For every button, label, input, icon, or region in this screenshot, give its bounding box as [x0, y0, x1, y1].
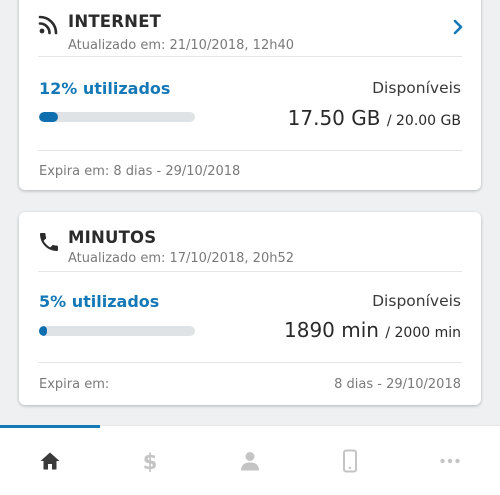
internet-available-total: / 20.00 GB [386, 113, 461, 129]
divider [38, 56, 462, 57]
internet-title: INTERNET [68, 12, 162, 31]
internet-available-value: 17.50 GB [287, 106, 381, 130]
internet-expires: Expira em: 8 dias - 29/10/2018 [39, 164, 241, 179]
minutes-used-label: 5% utilizados [39, 292, 160, 311]
minutes-available-value: 1890 min [284, 318, 379, 342]
internet-usage-bar-fill [39, 112, 58, 122]
nav-more[interactable] [400, 426, 500, 495]
home-icon [40, 452, 60, 470]
minutes-expires-date: 8 dias - 29/10/2018 [334, 377, 461, 392]
phone-icon [343, 449, 357, 473]
internet-usage-bar [39, 112, 195, 122]
minutes-card[interactable]: MINUTOS Atualizado em: 17/10/2018, 20h52… [19, 212, 481, 405]
phone-call-icon [40, 233, 58, 251]
bottom-navigation: $ [0, 425, 500, 495]
nav-billing[interactable]: $ [100, 426, 200, 495]
internet-used-label: 12% utilizados [39, 79, 171, 98]
internet-available-label: Disponíveis [372, 79, 461, 97]
minutes-title: MINUTOS [68, 228, 157, 247]
nav-home[interactable] [0, 426, 100, 495]
minutes-available-total: / 2000 min [385, 325, 461, 341]
minutes-available-amount: 1890 min / 2000 min [284, 318, 461, 342]
divider [38, 271, 462, 272]
divider [38, 150, 462, 151]
internet-updated: Atualizado em: 21/10/2018, 12h40 [68, 38, 295, 53]
nav-profile[interactable] [200, 426, 300, 495]
divider [38, 362, 462, 363]
more-icon [440, 458, 460, 464]
nav-device[interactable] [300, 426, 400, 495]
minutes-usage-bar-fill [39, 326, 47, 336]
minutes-updated: Atualizado em: 17/10/2018, 20h52 [68, 251, 295, 266]
minutes-available-label: Disponíveis [372, 292, 461, 310]
internet-available-amount: 17.50 GB / 20.00 GB [288, 106, 461, 130]
svg-text:$: $ [143, 450, 158, 473]
dollar-icon: $ [143, 450, 158, 473]
chevron-right-icon[interactable] [451, 18, 465, 36]
internet-card[interactable]: INTERNET Atualizado em: 21/10/2018, 12h4… [19, 0, 481, 190]
wifi-icon [38, 15, 58, 35]
person-icon [241, 452, 259, 471]
minutes-expires-label: Expira em: [39, 377, 110, 392]
minutes-usage-bar [39, 326, 195, 336]
